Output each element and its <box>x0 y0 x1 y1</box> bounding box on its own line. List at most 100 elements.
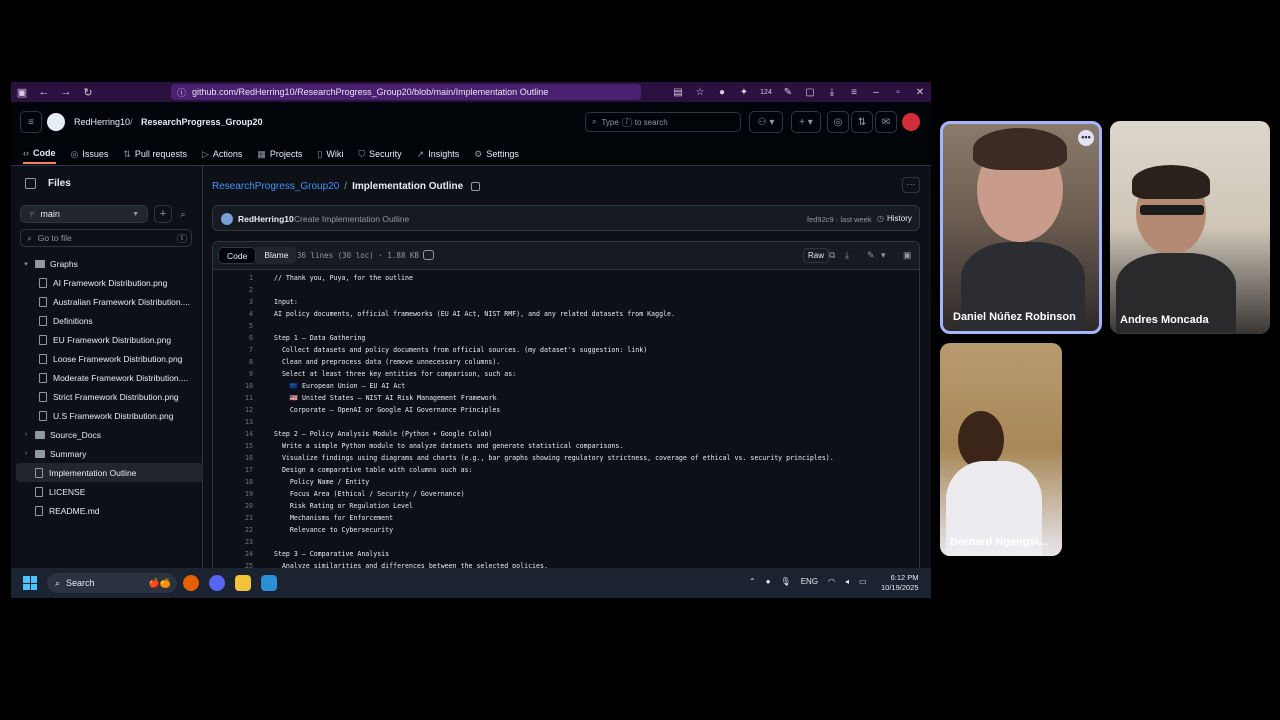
tab-code[interactable]: ‹› Code <box>23 144 56 164</box>
app-menu-icon[interactable]: ≡ <box>843 87 865 98</box>
line-number[interactable]: 15 <box>213 442 253 450</box>
minimize-icon[interactable]: – <box>865 87 887 98</box>
tree-folder[interactable]: › Summary <box>11 444 203 463</box>
line-number[interactable]: 6 <box>213 334 253 342</box>
tree-file[interactable]: Loose Framework Distribution.png <box>11 349 203 368</box>
line-number[interactable]: 10 <box>213 382 253 390</box>
line-number[interactable]: 23 <box>213 538 253 546</box>
edit-pencil-icon[interactable]: ✎ <box>867 250 875 261</box>
blame-view-tab[interactable]: Blame <box>256 247 297 264</box>
line-number[interactable]: 1 <box>213 274 253 282</box>
line-number[interactable]: 18 <box>213 478 253 486</box>
line-number[interactable]: 3 <box>213 298 253 306</box>
author-avatar[interactable] <box>221 213 233 225</box>
clock[interactable]: 6:12 PM 10/19/2025 <box>881 573 919 593</box>
more-options-icon[interactable]: ··· <box>902 177 920 193</box>
app-tray-icon[interactable]: ● <box>766 577 771 586</box>
participant-video-tile[interactable]: Andres Moncada <box>1110 121 1270 334</box>
tab-insights[interactable]: ↗ Insights <box>417 144 460 164</box>
line-number[interactable]: 19 <box>213 490 253 498</box>
inbox-icon[interactable]: ✉ <box>875 111 897 133</box>
copilot-menu-icon[interactable]: ⚇ ▾ <box>749 111 783 133</box>
tree-folder[interactable]: › Source_Docs <box>11 425 203 444</box>
reader-icon[interactable]: ▤ <box>667 87 689 98</box>
symbols-panel-icon[interactable]: ▣ <box>903 250 912 261</box>
branch-selector[interactable]: ⑂ main ▼ <box>20 205 148 223</box>
tab-security[interactable]: ⛉ Security <box>358 144 401 164</box>
line-number[interactable]: 22 <box>213 526 253 534</box>
tab-issues[interactable]: ◎ Issues <box>71 144 109 164</box>
tab-wiki[interactable]: ▯ Wiki <box>317 144 343 164</box>
commit-message-link[interactable]: Create Implementation Outline <box>294 214 409 224</box>
close-icon[interactable]: ✕ <box>909 87 931 98</box>
user-avatar[interactable] <box>902 113 920 131</box>
global-search-input[interactable]: ⌕ Type / to search <box>585 112 741 132</box>
history-button[interactable]: ◷ History <box>877 214 912 223</box>
tab-actions[interactable]: ▷ Actions <box>202 144 242 164</box>
line-number[interactable]: 11 <box>213 394 253 402</box>
copy-icon[interactable]: ⧉ <box>829 250 835 261</box>
forward-arrow-icon[interactable]: → <box>55 82 77 102</box>
line-number[interactable]: 9 <box>213 370 253 378</box>
copilot-icon[interactable] <box>423 250 434 260</box>
commit-hash-time[interactable]: fed92c9 · last week <box>807 215 872 224</box>
collapse-sidebar-icon[interactable] <box>25 178 36 189</box>
chevron-down-icon[interactable]: ▾ <box>21 260 31 268</box>
battery-icon[interactable]: ▭ <box>859 577 867 586</box>
pencil-extension-icon[interactable]: ✎ <box>777 87 799 98</box>
create-new-icon[interactable]: + ▾ <box>791 111 821 133</box>
container-icon[interactable]: ▢ <box>799 87 821 98</box>
go-to-file-input[interactable]: ⌕ Go to file t <box>20 229 192 247</box>
site-info-icon[interactable]: ⓘ <box>177 86 186 99</box>
download-icon[interactable]: ⤓ <box>845 250 849 261</box>
code-view-tab[interactable]: Code <box>218 247 257 264</box>
line-number[interactable]: 24 <box>213 550 253 558</box>
github-logo-icon[interactable] <box>47 113 65 131</box>
microphone-icon[interactable]: 🎙 <box>781 577 791 586</box>
tab-settings[interactable]: ⚙ Settings <box>474 144 519 164</box>
line-number[interactable]: 5 <box>213 322 253 330</box>
repo-owner-link[interactable]: RedHerring10 <box>74 117 130 127</box>
extensions-icon[interactable]: ✦ <box>733 87 755 98</box>
copy-path-icon[interactable] <box>471 182 481 191</box>
line-number[interactable]: 21 <box>213 514 253 522</box>
vscode-icon[interactable] <box>261 575 277 591</box>
chevron-down-icon[interactable]: ▾ <box>881 250 886 261</box>
line-number[interactable]: 7 <box>213 346 253 354</box>
address-bar[interactable]: ⓘ github.com/RedHerring10/ResearchProgre… <box>171 84 641 100</box>
search-icon[interactable]: ⌕ <box>174 205 192 223</box>
sidebar-toggle-icon[interactable]: ▣ <box>11 82 33 102</box>
participant-video-tile[interactable]: Bernard Ngangsi... <box>940 343 1062 556</box>
participant-video-tile[interactable]: ••• Daniel Núñez Robinson <box>940 121 1102 334</box>
file-explorer-icon[interactable] <box>235 575 251 591</box>
breadcrumb-repo-link[interactable]: ResearchProgress_Group20 <box>212 181 339 192</box>
tree-file[interactable]: README.md <box>11 501 203 520</box>
language-indicator[interactable]: ENG <box>801 577 818 586</box>
tree-folder[interactable]: ▾ Graphs <box>11 254 203 273</box>
tab-pull-requests[interactable]: ⇅ Pull requests <box>123 144 187 164</box>
chevron-right-icon[interactable]: › <box>21 450 31 457</box>
more-options-icon[interactable]: ••• <box>1078 130 1094 146</box>
tab-projects[interactable]: ▦ Projects <box>257 144 302 164</box>
tree-file[interactable]: EU Framework Distribution.png <box>11 330 203 349</box>
line-number[interactable]: 4 <box>213 310 253 318</box>
chevron-right-icon[interactable]: › <box>21 431 31 438</box>
line-number[interactable]: 12 <box>213 406 253 414</box>
line-number[interactable]: 17 <box>213 466 253 474</box>
issues-icon[interactable]: ◎ <box>827 111 849 133</box>
star-icon[interactable]: ☆ <box>689 87 711 98</box>
firefox-icon[interactable] <box>183 575 199 591</box>
back-arrow-icon[interactable]: ← <box>33 82 55 102</box>
line-number[interactable]: 14 <box>213 430 253 438</box>
line-number[interactable]: 8 <box>213 358 253 366</box>
taskbar-search[interactable]: ⌕ Search 🍎🍊 <box>47 573 177 593</box>
tree-file[interactable]: Definitions <box>11 311 203 330</box>
line-number[interactable]: 20 <box>213 502 253 510</box>
tree-file[interactable]: AI Framework Distribution.png <box>11 273 203 292</box>
tree-file[interactable]: Implementation Outline <box>16 463 203 482</box>
hamburger-icon[interactable]: ≡ <box>20 111 42 133</box>
windows-start-icon[interactable] <box>23 576 37 590</box>
volume-icon[interactable]: ◂ <box>845 577 849 586</box>
tree-file[interactable]: Australian Framework Distribution.... <box>11 292 203 311</box>
add-file-button[interactable]: + <box>154 205 172 223</box>
